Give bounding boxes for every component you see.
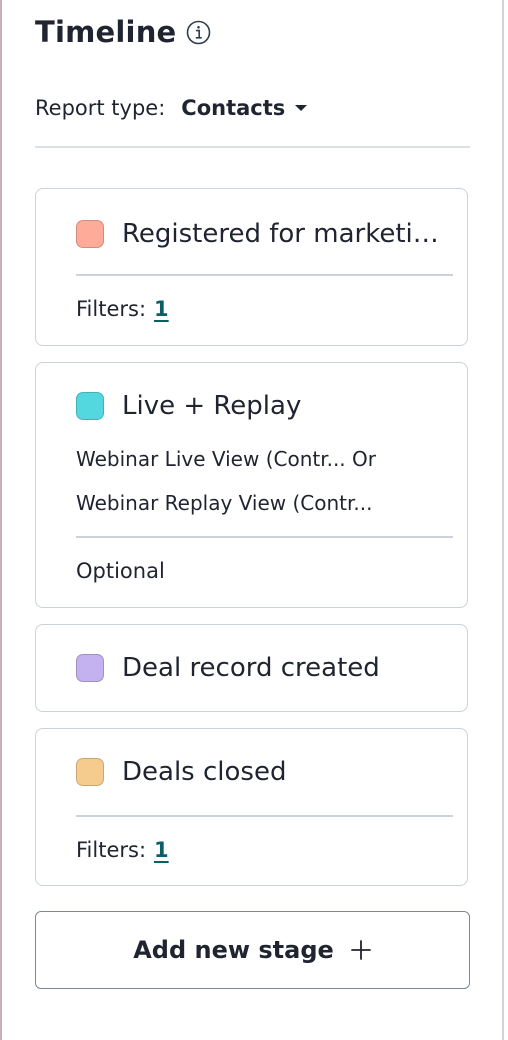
add-new-stage-label: Add new stage [133, 936, 334, 964]
stage-divider [76, 815, 453, 817]
header-divider [35, 146, 470, 148]
stage-header: Live + Replay [76, 391, 301, 421]
stage-optional-label: Optional [76, 559, 165, 583]
stage-color-swatch [76, 220, 104, 248]
page-title: Timeline [35, 15, 177, 49]
filters-count-link[interactable]: 1 [154, 838, 169, 862]
stage-condition: Webinar Replay View (Contr... [76, 491, 373, 515]
stage-color-swatch [76, 654, 104, 682]
panel-left-border [0, 0, 2, 1040]
stage-card-registered[interactable]: Registered for marketin... Filters: 1 [35, 188, 468, 346]
stage-filters: Filters: 1 [76, 838, 169, 862]
stage-color-swatch [76, 392, 104, 420]
panel-right-border [502, 0, 504, 1040]
stage-condition: Webinar Live View (Contr... Or [76, 447, 376, 471]
report-type-row: Report type: Contacts [35, 92, 308, 124]
report-type-value: Contacts [181, 96, 286, 120]
timeline-header: Timeline [35, 12, 211, 52]
stage-header: Deal record created [76, 653, 380, 683]
stage-name: Deal record created [122, 653, 380, 683]
add-new-stage-button[interactable]: Add new stage [35, 911, 470, 989]
filters-label: Filters: [76, 838, 147, 862]
stage-filters: Filters: 1 [76, 297, 169, 321]
stage-card-live-replay[interactable]: Live + Replay Webinar Live View (Contr..… [35, 362, 468, 608]
stage-card-deal-created[interactable]: Deal record created [35, 624, 468, 712]
filters-count-link[interactable]: 1 [154, 297, 169, 321]
info-circle-icon[interactable] [186, 20, 211, 45]
filters-label: Filters: [76, 297, 147, 321]
report-type-label: Report type: [35, 96, 166, 120]
stage-divider [76, 536, 453, 538]
stage-name: Registered for marketin... [122, 219, 452, 249]
caret-down-icon [295, 105, 308, 111]
stage-card-deals-closed[interactable]: Deals closed Filters: 1 [35, 728, 468, 886]
stage-name: Live + Replay [122, 391, 302, 421]
stage-header: Registered for marketin... [76, 219, 452, 249]
plus-icon [350, 939, 372, 961]
stage-color-swatch [76, 758, 104, 786]
stage-name: Deals closed [122, 757, 287, 787]
stage-header: Deals closed [76, 757, 286, 787]
report-type-dropdown[interactable]: Contacts [181, 96, 308, 120]
stage-divider [76, 274, 453, 276]
